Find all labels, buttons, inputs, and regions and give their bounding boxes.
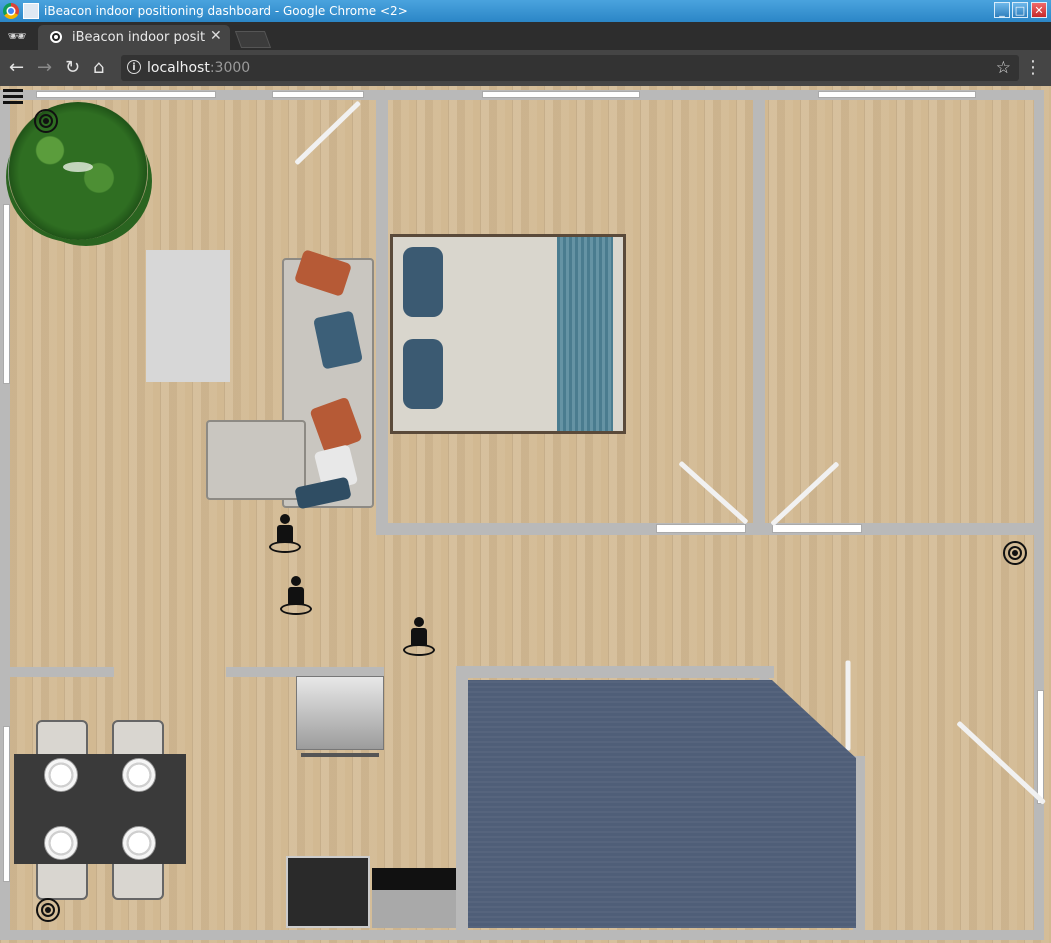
bed bbox=[390, 234, 626, 434]
door-opening-room bbox=[772, 524, 862, 533]
door-opening-bedroom bbox=[656, 524, 746, 533]
door-leaf-room[interactable] bbox=[770, 461, 840, 527]
window-left-2 bbox=[3, 726, 10, 882]
tab-title: iBeacon indoor positio bbox=[72, 30, 206, 45]
window-right-1 bbox=[1037, 690, 1044, 804]
wall-bottom bbox=[0, 930, 1044, 940]
person-ring bbox=[403, 644, 435, 656]
bed-blanket bbox=[557, 237, 613, 431]
bed-pillow bbox=[403, 339, 443, 409]
person-icon[interactable] bbox=[403, 617, 435, 657]
tv-cabinet bbox=[296, 676, 384, 757]
person-head bbox=[414, 617, 424, 627]
address-bar[interactable]: i localhost:3000 ☆ bbox=[121, 55, 1019, 81]
dining-chair bbox=[112, 858, 164, 900]
hamburger-bar bbox=[3, 95, 23, 98]
beacon-favicon-icon bbox=[50, 31, 62, 43]
hamburger-bar bbox=[3, 89, 23, 92]
window-top-3 bbox=[482, 91, 640, 98]
wall-kitchen-top-left bbox=[10, 667, 114, 677]
wall-right bbox=[1034, 90, 1044, 940]
sofa-chaise bbox=[206, 420, 306, 500]
window-left-1 bbox=[3, 204, 10, 384]
wall-room-top bbox=[456, 666, 774, 678]
dining-table bbox=[14, 754, 186, 864]
person-icon[interactable] bbox=[280, 576, 312, 616]
beacon-icon[interactable] bbox=[34, 109, 58, 133]
minimize-button[interactable]: _ bbox=[994, 2, 1010, 18]
url-host: localhost bbox=[147, 60, 210, 76]
tab-close-icon[interactable]: ✕ bbox=[210, 28, 222, 44]
hamburger-icon[interactable] bbox=[3, 89, 23, 105]
forward-icon[interactable]: → bbox=[37, 58, 52, 78]
window-title-bar: iBeacon indoor positioning dashboard - G… bbox=[0, 0, 1051, 22]
window-menu-icon[interactable] bbox=[23, 3, 39, 19]
plate bbox=[44, 758, 78, 792]
plant bbox=[8, 102, 148, 240]
plate bbox=[122, 758, 156, 792]
url-port: :3000 bbox=[209, 60, 251, 76]
wall-bedroom-left bbox=[376, 96, 388, 534]
door-leaf-bedroom[interactable] bbox=[678, 460, 749, 525]
door-leaf-entrance[interactable] bbox=[294, 100, 362, 166]
url-text[interactable]: localhost:3000 bbox=[147, 60, 250, 76]
carpet bbox=[468, 680, 856, 928]
kitchen-counter bbox=[372, 868, 456, 928]
window-top-2 bbox=[272, 91, 364, 98]
door-leaf-right[interactable] bbox=[956, 720, 1047, 805]
close-window-button[interactable]: ✕ bbox=[1031, 2, 1047, 18]
browser-toolbar: ← → ↻ ⌂ i localhost:3000 ☆ ⋮ bbox=[0, 50, 1051, 86]
stove bbox=[286, 856, 370, 928]
door-leaf-bath[interactable] bbox=[845, 660, 851, 751]
bed-pillow bbox=[403, 247, 443, 317]
window-top-4 bbox=[818, 91, 976, 98]
tab-dashboard[interactable]: iBeacon indoor positio ✕ bbox=[38, 25, 230, 50]
rug bbox=[146, 250, 230, 382]
browser-menu-icon[interactable]: ⋮ bbox=[1024, 57, 1042, 78]
tab-strip: 🕶 iBeacon indoor positio ✕ bbox=[0, 22, 1051, 50]
person-head bbox=[291, 576, 301, 586]
wall-room-divider bbox=[753, 96, 765, 534]
window-title: iBeacon indoor positioning dashboard - G… bbox=[44, 4, 408, 18]
page-viewport bbox=[0, 86, 1051, 943]
person-ring bbox=[280, 603, 312, 615]
home-icon[interactable]: ⌂ bbox=[93, 58, 104, 78]
plate bbox=[122, 826, 156, 860]
wall-room-left bbox=[456, 666, 468, 930]
beacon-icon[interactable] bbox=[1003, 541, 1027, 565]
reload-icon[interactable]: ↻ bbox=[65, 58, 80, 78]
new-tab-button[interactable] bbox=[234, 31, 272, 48]
person-ring bbox=[269, 541, 301, 553]
back-icon[interactable]: ← bbox=[9, 58, 24, 78]
person-head bbox=[280, 514, 290, 524]
maximize-button[interactable]: □ bbox=[1012, 2, 1028, 18]
bookmark-star-icon[interactable]: ☆ bbox=[996, 58, 1011, 78]
dining-chair bbox=[36, 858, 88, 900]
beacon-icon[interactable] bbox=[36, 898, 60, 922]
incognito-icon: 🕶 bbox=[7, 27, 27, 45]
site-info-icon[interactable]: i bbox=[127, 60, 141, 74]
floor-plan[interactable] bbox=[0, 86, 1051, 943]
hamburger-bar bbox=[3, 101, 23, 104]
person-icon[interactable] bbox=[269, 514, 301, 554]
chrome-icon bbox=[3, 3, 19, 19]
window-top-1 bbox=[36, 91, 216, 98]
plate bbox=[44, 826, 78, 860]
